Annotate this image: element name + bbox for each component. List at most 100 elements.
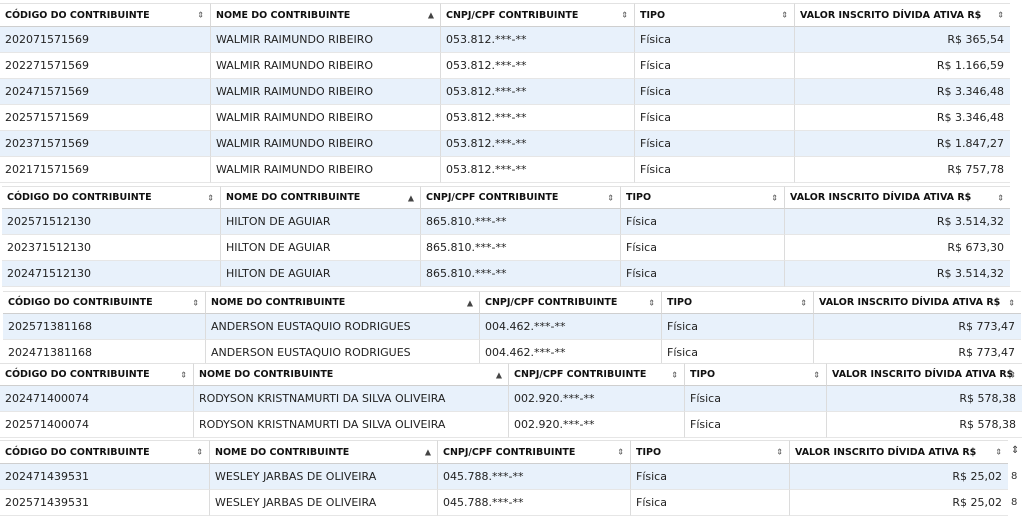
cell-nome: HILTON DE AGUIAR xyxy=(220,261,420,287)
sort-icon[interactable]: ⇕ xyxy=(800,298,807,307)
sort-icon[interactable]: ⇕ xyxy=(1011,445,1019,456)
column-header-nome[interactable]: NOME DO CONTRIBUINTE ▲ xyxy=(209,440,437,464)
column-header-codigo[interactable]: CÓDIGO DO CONTRIBUINTE ⇕ xyxy=(0,440,209,464)
cell-codigo: 202571381168 xyxy=(3,314,205,340)
column-header-codigo[interactable]: CÓDIGO DO CONTRIBUINTE ⇕ xyxy=(0,363,193,386)
column-header-codigo[interactable]: CÓDIGO DO CONTRIBUINTE ⇕ xyxy=(0,3,210,27)
column-header-cnpj[interactable]: CNPJ/CPF CONTRIBUINTE ⇕ xyxy=(440,3,634,27)
column-header-cnpj[interactable]: CNPJ/CPF CONTRIBUINTE ⇕ xyxy=(437,440,630,464)
sort-icon[interactable]: ⇕ xyxy=(207,193,214,202)
table-row[interactable]: 202571512130 HILTON DE AGUIAR 865.810.***-… xyxy=(2,209,1010,235)
cell-nome: HILTON DE AGUIAR xyxy=(220,235,420,261)
table-row[interactable]: 202371512130 HILTON DE AGUIAR 865.810.***-… xyxy=(2,235,1010,261)
column-header-tipo[interactable]: TIPO ⇕ xyxy=(661,291,813,314)
table-row[interactable]: 202371571569 WALMIR RAIMUNDO RIBEIRO 053.8… xyxy=(0,131,1010,157)
table-row[interactable]: 202071571569 WALMIR RAIMUNDO RIBEIRO 053.8… xyxy=(0,27,1010,53)
sort-icon[interactable]: ⇕ xyxy=(648,298,655,307)
sort-icon[interactable]: ⇕ xyxy=(995,448,1002,457)
column-header-codigo[interactable]: CÓDIGO DO CONTRIBUINTE ⇕ xyxy=(3,291,205,314)
table-row[interactable]: 202471571569 WALMIR RAIMUNDO RIBEIRO 053.8… xyxy=(0,79,1010,105)
table-row[interactable]: 202471400074 RODYSON KRISTNAMURTI DA SILV… xyxy=(0,386,1022,412)
column-header-label: TIPO xyxy=(640,9,666,21)
column-header-valor[interactable]: VALOR INSCRITO DÍVIDA ATIVA R$ ⇕ xyxy=(784,186,1010,209)
cell-tipo: Física xyxy=(634,79,794,105)
sort-ascending-icon[interactable]: ▲ xyxy=(425,448,431,457)
cell-tipo: Física xyxy=(634,131,794,157)
cell-nome: WALMIR RAIMUNDO RIBEIRO xyxy=(210,27,440,53)
sort-icon[interactable]: ⇕ xyxy=(1009,370,1016,379)
column-header-label: VALOR INSCRITO DÍVIDA ATIVA R$ xyxy=(790,192,972,203)
cell-valor: R$ 3.514,32 xyxy=(784,209,1010,235)
cell-valor: R$ 673,30 xyxy=(784,235,1010,261)
sort-icon[interactable]: ⇕ xyxy=(607,193,614,202)
column-header-tipo[interactable]: TIPO ⇕ xyxy=(620,186,784,209)
cell-cnpj: 004.462.***-** xyxy=(479,314,661,340)
column-header-cnpj[interactable]: CNPJ/CPF CONTRIBUINTE ⇕ xyxy=(420,186,620,209)
column-header-valor[interactable]: VALOR INSCRITO DÍVIDA ATIVA R$ ⇕ xyxy=(789,440,1008,464)
column-header-label: NOME DO CONTRIBUINTE xyxy=(211,297,346,308)
column-header-cnpj[interactable]: CNPJ/CPF CONTRIBUINTE ⇕ xyxy=(508,363,684,386)
sort-ascending-icon[interactable]: ▲ xyxy=(467,298,473,307)
cell-tipo: Física xyxy=(630,464,789,490)
sort-icon[interactable]: ⇕ xyxy=(196,448,203,457)
cell-codigo: 202071571569 xyxy=(0,27,210,53)
column-header-label: TIPO xyxy=(636,446,662,458)
cell-valor: R$ 3.514,32 xyxy=(784,261,1010,287)
cell-tipo: Física xyxy=(620,209,784,235)
sort-icon[interactable]: ⇕ xyxy=(781,11,788,20)
table-row[interactable]: 202571381168 ANDERSON EUSTAQUIO RODRIGUES… xyxy=(3,314,1021,340)
sort-ascending-icon[interactable]: ▲ xyxy=(428,11,434,20)
column-header-codigo[interactable]: CÓDIGO DO CONTRIBUINTE ⇕ xyxy=(2,186,220,209)
sort-icon[interactable]: ⇕ xyxy=(671,370,678,379)
sort-icon[interactable]: ⇕ xyxy=(197,11,204,20)
sort-icon[interactable]: ⇕ xyxy=(192,298,199,307)
column-header-nome[interactable]: NOME DO CONTRIBUINTE ▲ xyxy=(210,3,440,27)
column-header-tipo[interactable]: TIPO ⇕ xyxy=(630,440,789,464)
sort-icon[interactable]: ⇕ xyxy=(621,11,628,20)
sort-icon[interactable]: ⇕ xyxy=(771,193,778,202)
sort-icon[interactable]: ⇕ xyxy=(997,193,1004,202)
cell-codigo: 202571512130 xyxy=(2,209,220,235)
column-header-nome[interactable]: NOME DO CONTRIBUINTE ▲ xyxy=(205,291,479,314)
cell-valor: R$ 365,54 xyxy=(794,27,1010,53)
table-row[interactable]: 202571571569 WALMIR RAIMUNDO RIBEIRO 053.8… xyxy=(0,105,1010,131)
cell-cnpj: 045.788.***-** xyxy=(437,464,630,490)
column-header-valor[interactable]: VALOR INSCRITO DÍVIDA ATIVA R$ ⇕ xyxy=(794,3,1010,27)
cell-valor: R$ 25,02 xyxy=(789,490,1008,516)
column-header-valor[interactable]: VALOR INSCRITO DÍVIDA ATIVA R$ ⇕ xyxy=(813,291,1021,314)
sort-icon[interactable]: ⇕ xyxy=(180,370,187,379)
cell-cnpj: 045.788.***-** xyxy=(437,490,630,516)
sort-ascending-icon[interactable]: ▲ xyxy=(408,193,414,202)
contributor-table: CÓDIGO DO CONTRIBUINTE ⇕ NOME DO CONTRIBUI… xyxy=(2,186,1010,287)
sort-icon[interactable]: ⇕ xyxy=(617,448,624,457)
column-header-tipo[interactable]: TIPO ⇕ xyxy=(684,363,826,386)
sort-ascending-icon[interactable]: ▲ xyxy=(496,370,502,379)
column-header-label: VALOR INSCRITO DÍVIDA ATIVA R$ xyxy=(832,369,1014,380)
column-header-valor[interactable]: VALOR INSCRITO DÍVIDA ATIVA R$ ⇕ xyxy=(826,363,1022,386)
column-header-label: CÓDIGO DO CONTRIBUINTE xyxy=(5,446,150,458)
column-header-tipo[interactable]: TIPO ⇕ xyxy=(634,3,794,27)
table-row[interactable]: 202471439531 WESLEY JARBAS DE OLIVEIRA 045… xyxy=(0,464,1008,490)
column-header-nome[interactable]: NOME DO CONTRIBUINTE ▲ xyxy=(193,363,508,386)
cell-valor: R$ 1.847,27 xyxy=(794,131,1010,157)
table-row[interactable]: 202271571569 WALMIR RAIMUNDO RIBEIRO 053.8… xyxy=(0,53,1010,79)
sort-icon[interactable]: ⇕ xyxy=(1008,298,1015,307)
cell-tipo: Física xyxy=(620,261,784,287)
table-row[interactable]: 202571439531 WESLEY JARBAS DE OLIVEIRA 045… xyxy=(0,490,1008,516)
table-row[interactable]: 202171571569 WALMIR RAIMUNDO RIBEIRO 053.8… xyxy=(0,157,1010,183)
cell-codigo: 202371512130 xyxy=(2,235,220,261)
sort-icon[interactable]: ⇕ xyxy=(997,11,1004,20)
column-header-cnpj[interactable]: CNPJ/CPF CONTRIBUINTE ⇕ xyxy=(479,291,661,314)
sort-icon[interactable]: ⇕ xyxy=(776,448,783,457)
sort-icon[interactable]: ⇕ xyxy=(813,370,820,379)
column-header-nome[interactable]: NOME DO CONTRIBUINTE ▲ xyxy=(220,186,420,209)
cell-tipo: Física xyxy=(620,235,784,261)
column-header-label: TIPO xyxy=(667,297,693,308)
clipped-cell: 8 xyxy=(1011,497,1018,508)
cell-nome: HILTON DE AGUIAR xyxy=(220,209,420,235)
cell-nome: WALMIR RAIMUNDO RIBEIRO xyxy=(210,105,440,131)
table-row[interactable]: 202571400074 RODYSON KRISTNAMURTI DA SILV… xyxy=(0,412,1022,438)
table-row[interactable]: 202471512130 HILTON DE AGUIAR 865.810.***-… xyxy=(2,261,1010,287)
cell-valor: R$ 578,38 xyxy=(826,412,1022,438)
cell-tipo: Física xyxy=(684,386,826,412)
